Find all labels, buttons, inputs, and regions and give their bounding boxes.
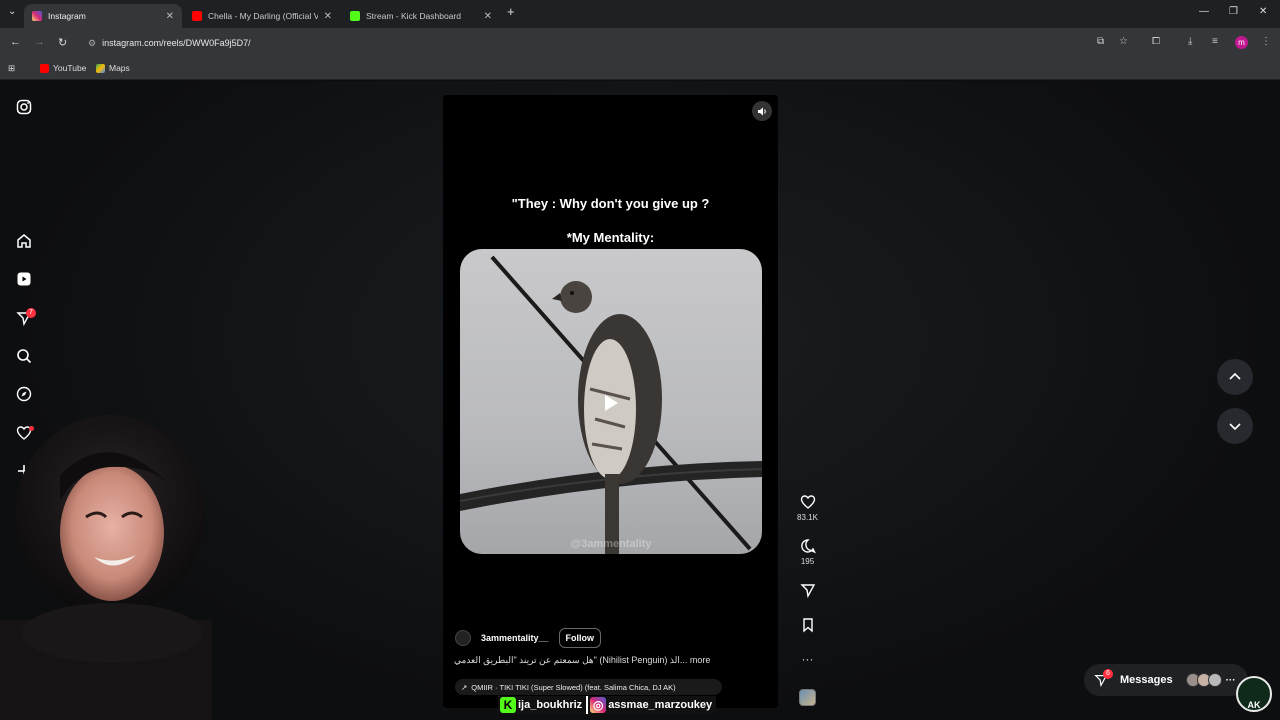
messages-label: Messages bbox=[1120, 674, 1173, 686]
stream-handles-overlay: K ija_boukhriz ◎ assmae_marzoukey bbox=[498, 696, 717, 714]
comment-count: 195 bbox=[800, 557, 815, 566]
profile-avatar[interactable]: m bbox=[1235, 36, 1248, 49]
tab-search-icon[interactable]: ⌄ bbox=[8, 6, 16, 17]
previous-reel-button[interactable] bbox=[1217, 359, 1253, 395]
bookmark-youtube[interactable]: YouTube bbox=[40, 63, 86, 73]
close-tab-icon[interactable]: ✕ bbox=[484, 11, 492, 22]
chevron-down-icon bbox=[1229, 423, 1241, 431]
play-icon[interactable] bbox=[598, 391, 622, 415]
restore-icon[interactable]: ❐ bbox=[1229, 6, 1238, 17]
comment-icon bbox=[800, 539, 816, 554]
heart-icon bbox=[800, 495, 815, 509]
download-icon[interactable]: ⤓ bbox=[1188, 36, 1192, 47]
follow-button[interactable]: Follow bbox=[558, 628, 602, 648]
kick-handle-text: ija_boukhriz bbox=[518, 699, 583, 711]
instagram-handle-text: assmae_marzoukey bbox=[608, 699, 713, 711]
tab-kick[interactable]: Stream - Kick Dashboard ✕ bbox=[342, 4, 500, 28]
menu-kebab-icon[interactable]: ⋮ bbox=[1261, 36, 1271, 47]
share-icon bbox=[799, 584, 815, 598]
reel-text-line-1: "They : Why don't you give up ? bbox=[511, 196, 710, 211]
messages-badge: 7 bbox=[26, 308, 36, 318]
save-action[interactable] bbox=[795, 617, 820, 633]
author-username[interactable]: 3ammentality__ bbox=[481, 633, 549, 643]
instagram-handle: ◎ assmae_marzoukey bbox=[588, 696, 717, 714]
install-app-icon[interactable]: ⧉ bbox=[1097, 36, 1104, 47]
mute-toggle[interactable] bbox=[752, 101, 772, 121]
apps-grid-icon[interactable]: ⊞ bbox=[8, 63, 15, 74]
like-action[interactable]: 83.1K bbox=[795, 494, 820, 522]
audio-thumbnail[interactable] bbox=[799, 689, 816, 706]
bookmark-icon bbox=[802, 618, 813, 633]
tab-title: Instagram bbox=[48, 11, 86, 21]
instagram-favicon-icon bbox=[32, 11, 42, 21]
chevron-up-icon bbox=[1229, 372, 1241, 380]
audio-title: QMIIR · TIKI TIKI (Super Slowed) (feat. … bbox=[471, 682, 676, 692]
youtube-favicon-icon bbox=[192, 11, 202, 21]
address-bar[interactable]: ⚙ instagram.com/reels/DWW0Fa9j5D7/ bbox=[80, 33, 1140, 53]
bookmark-label: Maps bbox=[109, 63, 130, 73]
messages-badge: 6 bbox=[1103, 669, 1113, 679]
next-reel-button[interactable] bbox=[1217, 408, 1253, 444]
forward-icon[interactable]: → bbox=[34, 36, 45, 48]
message-avatars bbox=[1185, 673, 1222, 687]
explore-icon[interactable] bbox=[15, 385, 33, 403]
tab-title: Stream - Kick Dashboard bbox=[366, 11, 461, 21]
bookmark-star-icon[interactable]: ☆ bbox=[1119, 36, 1128, 47]
youtube-icon bbox=[40, 63, 49, 73]
kick-logo-icon: K bbox=[500, 697, 516, 713]
tab-instagram[interactable]: Instagram ✕ bbox=[24, 4, 182, 28]
close-window-icon[interactable]: ✕ bbox=[1259, 6, 1267, 17]
bookmark-maps[interactable]: Maps bbox=[96, 63, 130, 73]
tab-title: Chella - My Darling (Official Vi bbox=[208, 11, 318, 21]
reload-icon[interactable]: ↻ bbox=[58, 36, 67, 49]
channel-logo-watermark: AK bbox=[1236, 676, 1272, 712]
kick-handle: K ija_boukhriz bbox=[498, 696, 587, 714]
bookmarks-bar: ⊞ YouTube Maps bbox=[0, 58, 1280, 80]
close-tab-icon[interactable]: ✕ bbox=[324, 11, 332, 22]
tab-youtube[interactable]: Chella - My Darling (Official Vi ✕ bbox=[184, 4, 340, 28]
audio-track[interactable]: ↗ QMIIR · TIKI TIKI (Super Slowed) (feat… bbox=[455, 679, 722, 695]
back-icon[interactable]: ← bbox=[10, 36, 21, 48]
more-icon: ··· bbox=[1225, 674, 1236, 686]
extensions-icon[interactable]: ⧠ bbox=[1152, 36, 1160, 47]
bookmark-label: YouTube bbox=[53, 63, 87, 73]
site-info-icon[interactable]: ⚙ bbox=[88, 38, 96, 49]
new-tab-icon[interactable]: + bbox=[507, 4, 515, 19]
comment-action[interactable]: 195 bbox=[795, 538, 820, 566]
close-tab-icon[interactable]: ✕ bbox=[166, 11, 174, 22]
audio-arrow-icon: ↗ bbox=[461, 682, 468, 692]
reel-author-row: 3ammentality__ Follow bbox=[455, 628, 602, 648]
webcam-overlay bbox=[0, 405, 212, 720]
share-action[interactable] bbox=[795, 582, 820, 598]
reel-text-line-2: *My Mentality: bbox=[566, 230, 655, 245]
search-icon[interactable] bbox=[15, 347, 33, 365]
more-options-icon[interactable]: ··· bbox=[795, 652, 820, 666]
url-text: instagram.com/reels/DWW0Fa9j5D7/ bbox=[102, 38, 251, 48]
maps-icon bbox=[96, 63, 105, 73]
kick-favicon-icon bbox=[350, 11, 360, 21]
reels-icon[interactable] bbox=[15, 270, 33, 288]
media-controls-icon[interactable]: ≡ bbox=[1212, 36, 1218, 47]
home-icon[interactable] bbox=[15, 232, 33, 250]
avatar bbox=[1207, 673, 1222, 687]
instagram-logo-icon[interactable] bbox=[15, 98, 33, 116]
like-count: 83.1K bbox=[797, 513, 818, 522]
reel-description[interactable]: هل سمعتم عن تريند "البطريق العدمي" (Nihi… bbox=[454, 655, 774, 666]
browser-tab-strip: ⌄ Instagram ✕ Chella - My Darling (Offic… bbox=[0, 0, 1280, 28]
video-watermark: @3ammentality bbox=[570, 538, 652, 550]
minimize-icon[interactable]: — bbox=[1199, 6, 1209, 17]
instagram-logo-icon: ◎ bbox=[590, 697, 607, 713]
author-avatar[interactable] bbox=[455, 630, 471, 646]
